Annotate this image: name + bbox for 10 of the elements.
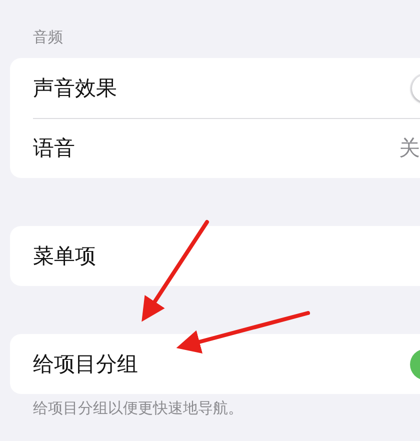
settings-row[interactable]: 声音效果 (10, 58, 420, 118)
row-label: 给项目分组 (33, 351, 138, 378)
row-label: 语音 (33, 135, 75, 162)
settings-row[interactable]: 菜单项 (10, 226, 420, 286)
row-label: 声音效果 (33, 75, 117, 102)
section-footer: 给项目分组以便更快速地导航。 (0, 394, 420, 418)
row-value: 关 (399, 135, 420, 162)
section-header: 音频 (32, 27, 64, 48)
row-label: 菜单项 (33, 243, 96, 270)
settings-row[interactable]: 给项目分组 (10, 334, 420, 394)
